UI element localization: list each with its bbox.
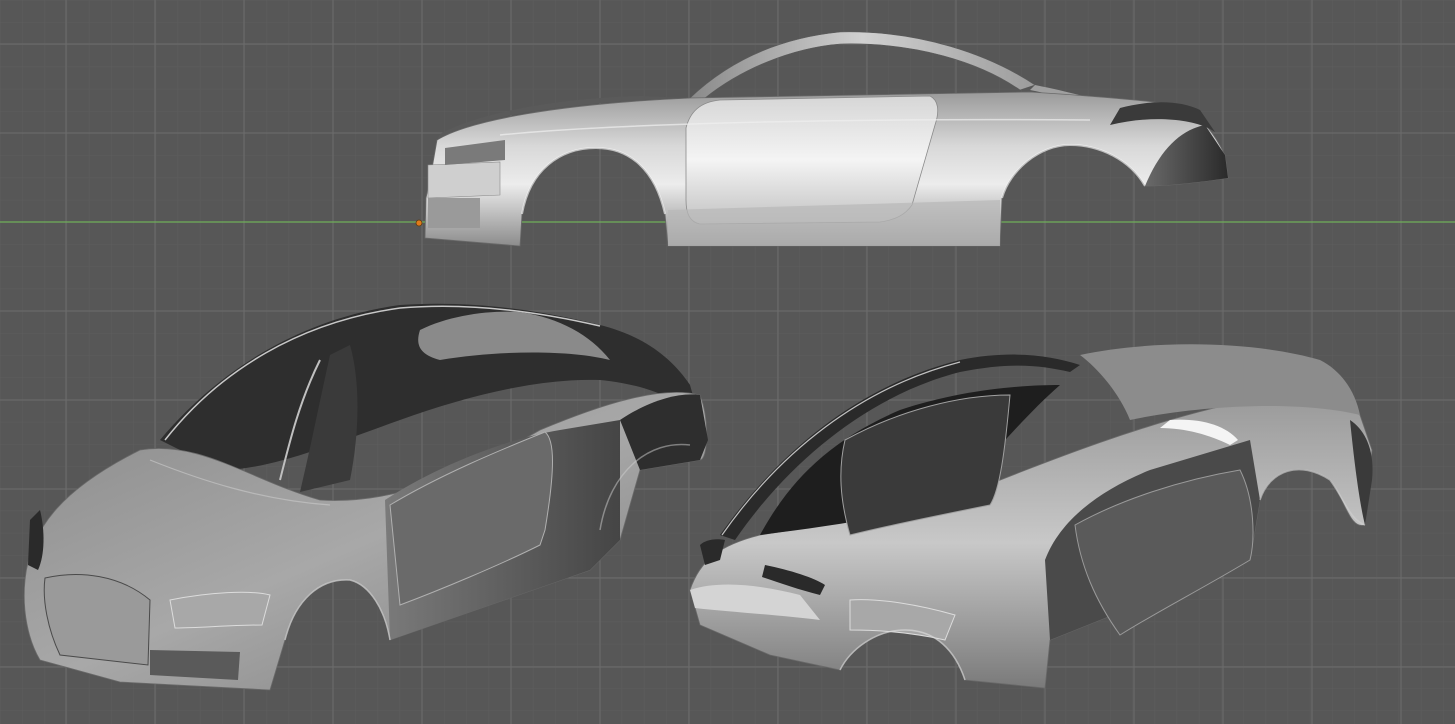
origin-marker[interactable] <box>415 219 423 227</box>
3d-viewport[interactable] <box>0 0 1455 724</box>
viewport-canvas[interactable] <box>0 0 1455 724</box>
